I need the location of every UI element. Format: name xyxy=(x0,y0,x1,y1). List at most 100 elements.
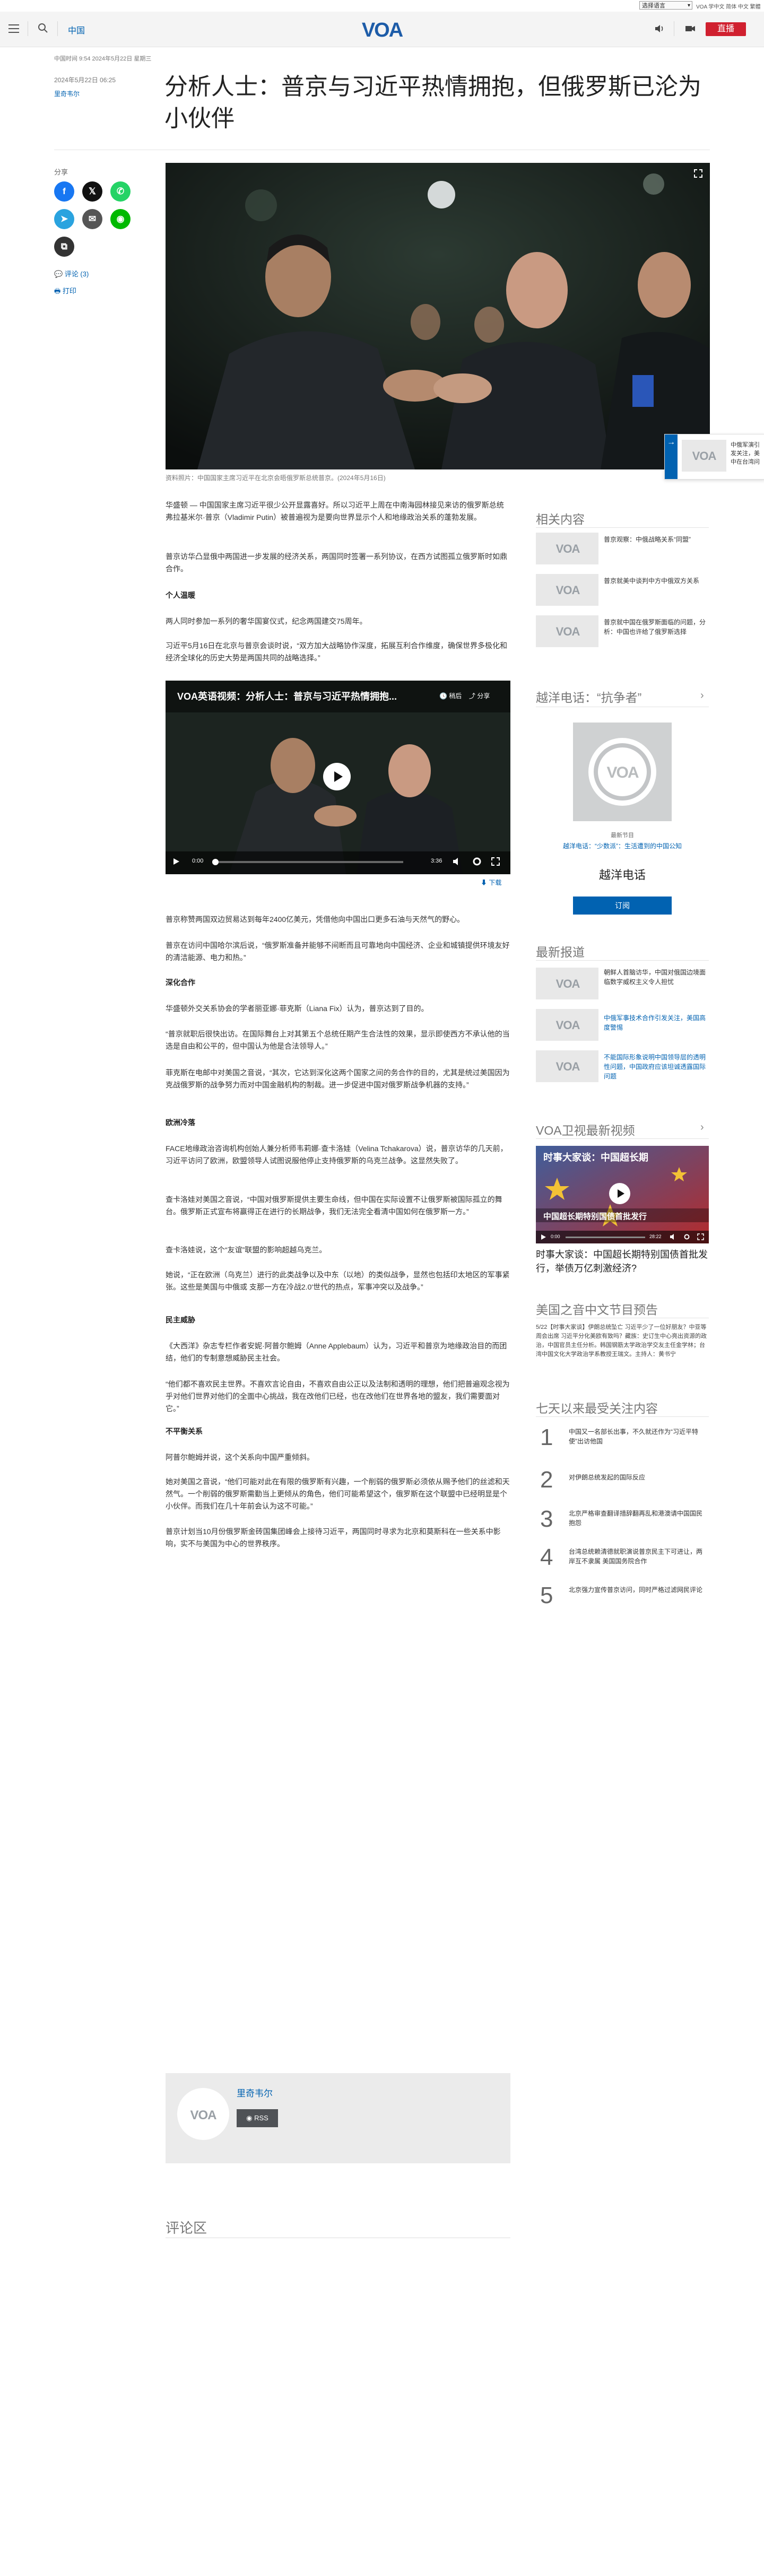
play-icon[interactable] xyxy=(172,857,180,866)
tv-video-player[interactable]: 时事大家谈：中国超长期 中国超长期特别国债首批发行 0:00 28:22 xyxy=(536,1146,709,1243)
arrow-right-icon[interactable]: → xyxy=(665,434,678,479)
hero-photo xyxy=(166,163,710,469)
expand-icon[interactable] xyxy=(693,168,704,179)
voa-logo: VOA xyxy=(556,584,581,597)
subheading: 欧洲冷落 xyxy=(166,1118,195,1127)
voa-logo: VOA xyxy=(556,542,581,555)
related-item[interactable]: 普京就美中谈判中方中俄双方关系 xyxy=(604,576,708,586)
latest-item[interactable]: 不能国际形象说明中国领导层的透明性问题，中国政府应该坦诚透露国际问题 xyxy=(604,1052,708,1081)
svg-text:VOA: VOA xyxy=(606,764,638,781)
subscribe-button[interactable]: 订阅 xyxy=(573,897,672,915)
fullscreen-icon[interactable] xyxy=(697,1233,704,1240)
paragraph: “普京就职后很快出访。在国际舞台上对其第五个总统任期产生合法性的效果，显示即使西… xyxy=(166,1030,510,1050)
paragraph: 两人同时参加一系列的奢华国宴仪式，纪念两国建交75周年。 xyxy=(166,617,367,625)
popular-item[interactable]: 北京严格审查翻译措辞翻再乱和港澳请中国国民抱怨 xyxy=(569,1509,707,1528)
x-share-button[interactable]: 𝕏 xyxy=(82,181,102,202)
live-button[interactable]: 直播 xyxy=(706,22,746,36)
whatsapp-share-button[interactable]: ✆ xyxy=(110,181,131,202)
tv-play-button[interactable] xyxy=(609,1183,630,1204)
voa-logo: VOA xyxy=(190,2108,217,2122)
paragraph: 菲克斯在电邮中对美国之音说，“其次，它达到深化这两个国家之间的务合作的目的，尤其… xyxy=(166,1068,510,1089)
play-button[interactable] xyxy=(323,763,351,790)
latest-thumbnail[interactable]: VOA xyxy=(536,1009,598,1041)
facebook-share-button[interactable]: f xyxy=(54,181,74,202)
rank-number: 5 xyxy=(540,1582,553,1608)
related-item[interactable]: 普京就中国在俄罗斯面临的问题，分析：中国也许给了俄罗斯选择 xyxy=(604,617,708,637)
latest-item[interactable]: 朝鲜人首脑访华，中国对俄国边境面临数字威权主义令人担忧 xyxy=(604,968,708,987)
popular-item[interactable]: 中国又一名部长出事，不久就还作为“习近平特使”出访他国 xyxy=(569,1427,707,1446)
related-thumbnail[interactable]: VOA xyxy=(536,574,598,606)
related-heading: 相关内容 xyxy=(536,512,585,526)
tv-heading[interactable]: VOA卫视最新视频 xyxy=(536,1120,635,1138)
author-link[interactable]: 里奇韦尔 xyxy=(54,89,80,98)
latest-thumbnail[interactable]: VOA xyxy=(536,1050,598,1082)
popular-item[interactable]: 台湾总统赖清德就职演说普京民主下可进让，两岸互不隶属 美国国务院合作 xyxy=(569,1547,707,1566)
chevron-right-icon[interactable]: › xyxy=(700,690,704,702)
voa-logo[interactable]: VOA xyxy=(353,19,411,39)
menu-icon[interactable] xyxy=(8,24,19,33)
video-title: VOA英语视频：分析人士：普京与习近平热情拥抱... xyxy=(177,691,397,702)
search-icon[interactable] xyxy=(37,22,49,34)
author-name[interactable]: 里奇韦尔 xyxy=(237,2086,273,2099)
watch-later-button[interactable]: 🕓 稍后 xyxy=(439,691,462,700)
divider xyxy=(536,1416,709,1417)
video-icon[interactable] xyxy=(684,23,696,34)
author-avatar: VOA xyxy=(177,2088,229,2140)
settings-icon[interactable] xyxy=(472,857,482,866)
video-share-button[interactable]: ⤴ 分享 xyxy=(469,691,490,700)
popular-item[interactable]: 对伊朗总统发起的国际反应 xyxy=(569,1473,707,1482)
svg-text:VOA: VOA xyxy=(692,449,717,463)
latest-episode-link[interactable]: 越洋电话：“少数派”：生活遭到的中国公知 xyxy=(536,841,709,850)
progress-handle[interactable] xyxy=(212,859,219,865)
line-share-button[interactable]: ◉ xyxy=(110,209,131,229)
audio-icon[interactable] xyxy=(654,23,665,34)
latest-item[interactable]: 中俄军事技术合作引发关注，美国高度警惕 xyxy=(604,1013,708,1032)
fullscreen-icon[interactable] xyxy=(491,857,500,866)
voa-logo: VOA xyxy=(556,977,581,990)
tv-progress-bar[interactable] xyxy=(566,1237,645,1238)
popular-item[interactable]: 北京强力宣传普京访问，同时严格过滤网民评论 xyxy=(569,1585,707,1595)
voa-logo: VOA xyxy=(556,1019,581,1032)
video-player[interactable]: VOA英语视频：分析人士：普京与习近平热情拥抱... 🕓 稍后 ⤴ 分享 0:0… xyxy=(166,681,510,874)
rss-button[interactable]: ◉ RSS xyxy=(237,2109,278,2127)
divider xyxy=(536,960,709,961)
print-icon: 🖶 xyxy=(54,287,63,295)
chevron-right-icon[interactable]: › xyxy=(700,1121,704,1134)
related-thumbnail[interactable]: VOA xyxy=(536,615,598,647)
related-thumbnail[interactable]: VOA xyxy=(536,533,598,564)
paragraph: 普京在访问中国哈尔滨后说，“俄罗斯准备并能够不间断而且可靠地向中国经济、企业和城… xyxy=(166,941,510,962)
podcast-heading[interactable]: 越洋电话：“抗争者” xyxy=(536,687,641,706)
paragraph: 查卡洛娃说，这个“友谊”联盟的影响超越乌克兰。 xyxy=(166,1246,327,1254)
play-icon[interactable] xyxy=(540,1234,546,1240)
section-link[interactable]: 中国 xyxy=(68,23,85,36)
paragraph: 查卡洛娃对美国之音说，“中国对俄罗斯提供主要生命线，但中国在实际设置不让俄罗斯被… xyxy=(166,1195,502,1216)
schedule-text: 5/22【时事大家谈】伊朗总统坠亡 习近平少了一位好朋友？中亚等周会出席 习近平… xyxy=(536,1324,707,1357)
paragraph: 阿普尔鲍姆并说，这个关系向中国严重倾斜。 xyxy=(166,1453,314,1461)
comments-link[interactable]: 💬 评论 (3) xyxy=(54,268,89,279)
volume-icon[interactable] xyxy=(670,1233,677,1240)
site-header: 中国 VOA 直播 xyxy=(0,12,764,47)
utility-bar: 选择语言 VOA 学中文 简体 中文 繁體 xyxy=(0,0,764,12)
related-item[interactable]: 普京观察：中俄战略关系“同盟” xyxy=(604,535,708,544)
settings-icon[interactable] xyxy=(683,1233,690,1240)
telegram-share-button[interactable]: ➤ xyxy=(54,209,74,229)
svg-text:VOA: VOA xyxy=(556,625,580,638)
utility-links[interactable]: VOA 学中文 简体 中文 繁體 xyxy=(696,2,761,10)
floating-widget[interactable]: → VOA 中俄军演引发关注，美中在台湾问题上分歧... xyxy=(664,434,764,480)
paragraph: 普京称赞两国双边贸易达到每年2400亿美元，凭借他向中国出口更多石油与天然气的野… xyxy=(166,915,465,924)
podcast-cover[interactable]: VOA xyxy=(573,723,672,821)
rank-number: 2 xyxy=(540,1467,553,1493)
email-share-button[interactable]: ✉ xyxy=(82,209,102,229)
download-button[interactable]: ⬇ 下载 xyxy=(481,878,501,887)
share-label: 分享 xyxy=(54,168,68,176)
language-select[interactable]: 选择语言 xyxy=(639,1,692,10)
progress-bar[interactable] xyxy=(212,859,403,865)
tv-caption[interactable]: 时事大家谈：中国超长期特别国债首批发行，举债万亿刺激经济? xyxy=(536,1248,709,1275)
volume-icon[interactable] xyxy=(452,857,462,866)
publish-date: 2024年5月22日 06:25 xyxy=(54,76,116,84)
paragraph: 习近平5月16日在北京与普京会谈时说，“双方加大战略协作深度，拓展互利合作维度，… xyxy=(166,641,508,662)
copy-link-button[interactable]: ⧉ xyxy=(54,237,74,257)
print-link[interactable]: 🖶 打印 xyxy=(54,285,76,298)
latest-thumbnail[interactable]: VOA xyxy=(536,968,598,999)
paragraph: FACE地缘政治咨询机构创始人兼分析师韦莉娜·查卡洛娃（Velina Tchak… xyxy=(166,1144,508,1165)
